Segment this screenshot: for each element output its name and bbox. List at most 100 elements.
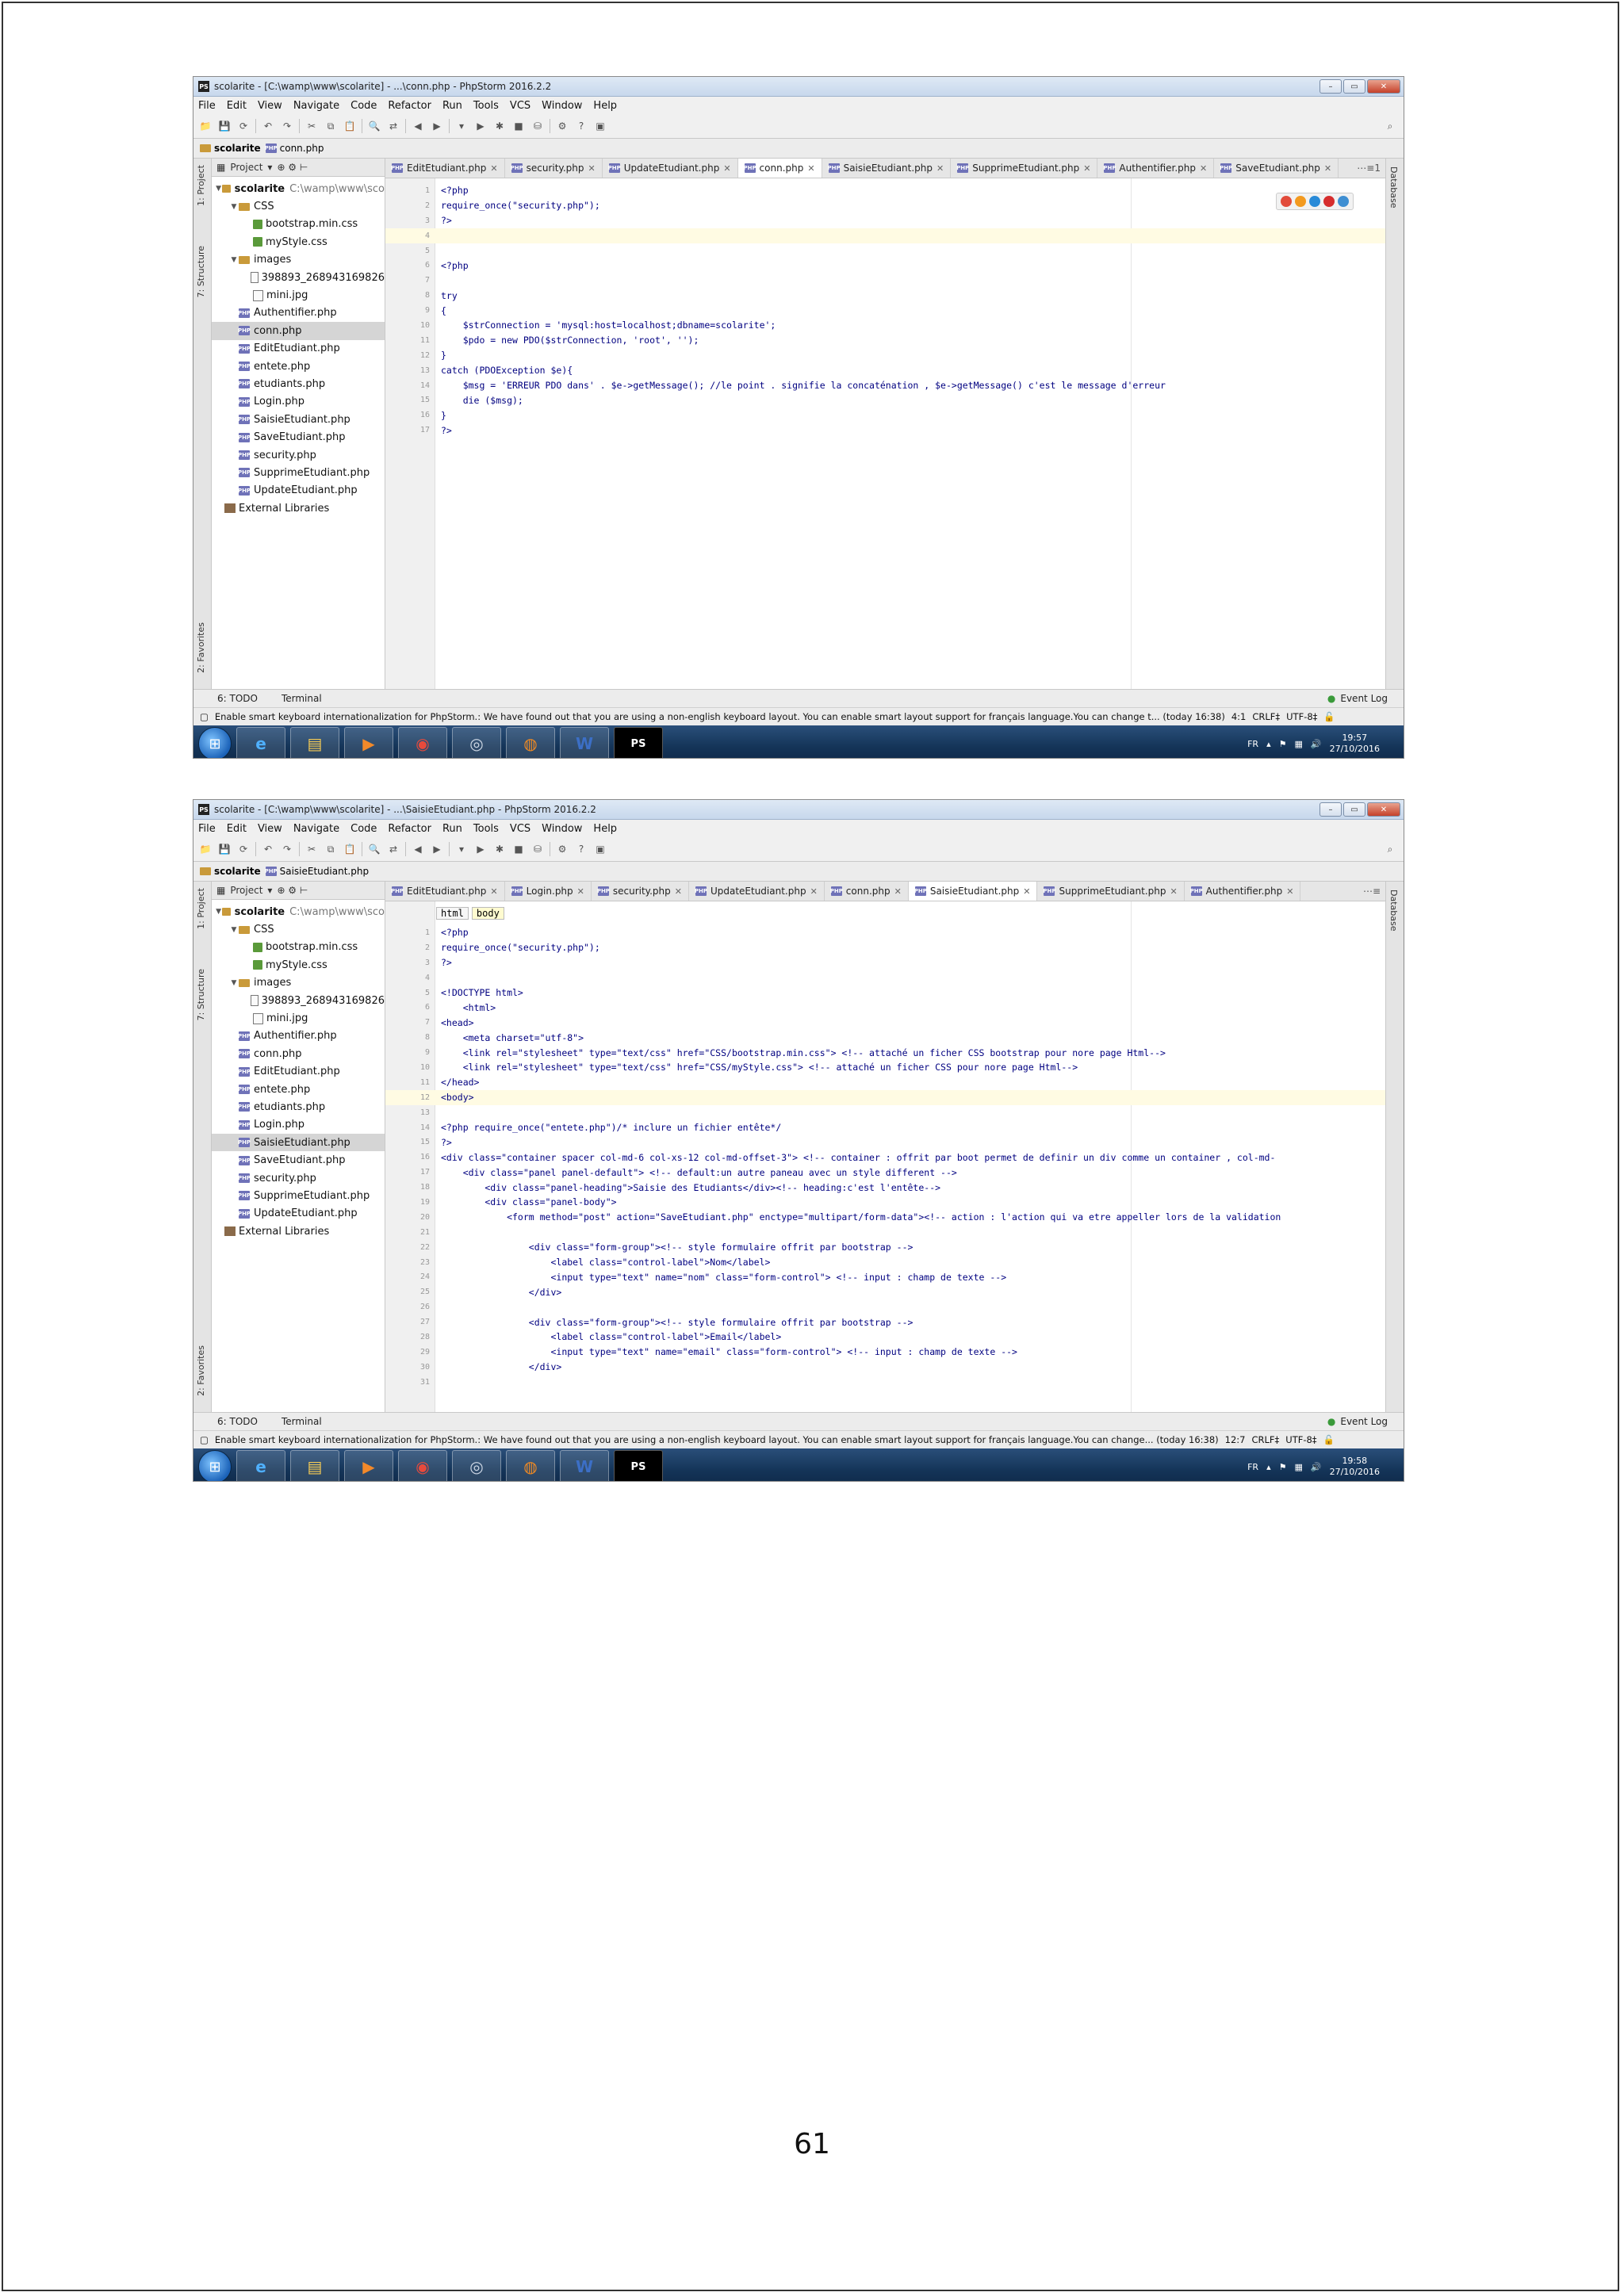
tree-item-php[interactable]: PHP entete.php bbox=[212, 358, 385, 375]
settings-icon[interactable]: ⚙ bbox=[555, 842, 569, 856]
close-tab-icon[interactable]: ✕ bbox=[1200, 163, 1207, 174]
undo-icon[interactable]: ↶ bbox=[261, 842, 275, 856]
code-line[interactable]: 2 require_once("security.php"); bbox=[385, 940, 1385, 955]
close-tab-icon[interactable]: ✕ bbox=[894, 886, 902, 897]
gear-icon[interactable]: ⊕ ⚙ ⊢ bbox=[277, 885, 308, 896]
code-line[interactable]: 9 <link rel="stylesheet" type="text/css"… bbox=[385, 1045, 1385, 1060]
close-tab-icon[interactable]: ✕ bbox=[723, 163, 730, 174]
close-tab-icon[interactable]: ✕ bbox=[1286, 886, 1293, 897]
tree-item-folder[interactable]: ▼ scolarite C:\wamp\www\sco bbox=[212, 903, 385, 920]
code-line[interactable]: 22 <div class="form-group"><!-- style fo… bbox=[385, 1240, 1385, 1255]
tree-item-php[interactable]: PHP SaisieEtudiant.php bbox=[212, 411, 385, 428]
taskbar-media-icon[interactable]: ▶ bbox=[344, 727, 393, 758]
tool-tab-todo[interactable]: 6: TODO bbox=[217, 693, 258, 704]
action-center-flag-icon[interactable]: ⚑ bbox=[1279, 1462, 1287, 1472]
lock-icon[interactable]: 🔓 bbox=[1323, 1434, 1335, 1445]
show-hidden-icons[interactable]: ▴ bbox=[1266, 739, 1271, 749]
menu-item-tools[interactable]: Tools bbox=[473, 100, 499, 112]
menu-item-tools[interactable]: Tools bbox=[473, 823, 499, 835]
gear-icon[interactable]: ⊕ ⚙ ⊢ bbox=[277, 162, 308, 173]
close-tab-icon[interactable]: ✕ bbox=[675, 886, 682, 897]
taskbar-app-icon[interactable]: ◎ bbox=[452, 727, 501, 758]
tree-item-css[interactable]: bootstrap.min.css bbox=[212, 939, 385, 956]
menu-item-navigate[interactable]: Navigate bbox=[293, 100, 339, 112]
tool-tab-favorites[interactable]: 2: Favorites bbox=[196, 622, 206, 673]
code-line[interactable]: 14 <?php require_once("entete.php")/* inc… bbox=[385, 1120, 1385, 1135]
taskbar-chrome-icon[interactable]: ◉ bbox=[398, 727, 447, 758]
search-everywhere-icon[interactable]: ⌕ bbox=[1383, 119, 1397, 133]
paste-icon[interactable]: 📋 bbox=[343, 119, 357, 133]
action-center-flag-icon[interactable]: ⚑ bbox=[1279, 739, 1287, 749]
run-config-icon[interactable]: ▾ bbox=[454, 842, 469, 856]
tool-tab-project[interactable]: 1: Project bbox=[196, 888, 206, 929]
taskbar-media-icon[interactable]: ▶ bbox=[344, 1450, 393, 1481]
tree-item-php[interactable]: PHP Login.php bbox=[212, 393, 385, 411]
menu-item-code[interactable]: Code bbox=[350, 100, 377, 112]
project-header-label[interactable]: Project bbox=[230, 885, 262, 896]
tab-overflow-icon[interactable]: ⋯≡ bbox=[1358, 882, 1385, 901]
menu-item-help[interactable]: Help bbox=[593, 100, 617, 112]
tree-item-folder[interactable]: ▼ images bbox=[212, 251, 385, 269]
close-tab-icon[interactable]: ✕ bbox=[810, 886, 818, 897]
nav-crumb[interactable]: scolarite bbox=[200, 866, 261, 877]
tree-item-php[interactable]: PHP Authentifier.php bbox=[212, 304, 385, 322]
tool-tab-database[interactable]: Database bbox=[1388, 166, 1399, 209]
tree-item-php[interactable]: PHP EditEtudiant.php bbox=[212, 1063, 385, 1081]
close-tab-icon[interactable]: ✕ bbox=[490, 163, 497, 174]
code-line[interactable]: 21 bbox=[385, 1225, 1385, 1240]
status-item[interactable]: UTF-8‡ bbox=[1286, 711, 1317, 722]
tree-item-img[interactable]: mini.jpg bbox=[212, 1009, 385, 1027]
status-toggle-icon[interactable]: ▢ bbox=[200, 711, 209, 722]
taskbar-word-icon[interactable]: W bbox=[560, 727, 609, 758]
taskbar-firefox-icon[interactable]: ◍ bbox=[506, 1450, 555, 1481]
help-icon[interactable]: ? bbox=[574, 842, 588, 856]
code-line[interactable]: 12} bbox=[385, 348, 1385, 363]
debug-icon[interactable]: ✱ bbox=[492, 119, 507, 133]
cut-icon[interactable]: ✂ bbox=[304, 119, 319, 133]
copy-icon[interactable]: ⧉ bbox=[324, 119, 338, 133]
code-line[interactable]: 17 <div class="panel panel-default"> <!-… bbox=[385, 1165, 1385, 1180]
code-line[interactable]: 5 <!DOCTYPE html> bbox=[385, 985, 1385, 1001]
editor-tab[interactable]: PHP Authentifier.php ✕ bbox=[1185, 882, 1301, 901]
code-line[interactable]: 1 <?php bbox=[385, 183, 1385, 198]
save-icon[interactable]: 💾 bbox=[217, 119, 232, 133]
open-folder-icon[interactable]: 📁 bbox=[198, 119, 213, 133]
search-everywhere-icon[interactable]: ⌕ bbox=[1383, 842, 1397, 856]
code-line[interactable]: 18 <div class="panel-heading">Saisie des… bbox=[385, 1180, 1385, 1195]
nav-crumb[interactable]: scolarite bbox=[200, 143, 261, 154]
nav-crumb[interactable]: PHP SaisieEtudiant.php bbox=[265, 866, 370, 877]
tree-item-php[interactable]: PHP UpdateEtudiant.php bbox=[212, 1205, 385, 1223]
tree-item-css[interactable]: myStyle.css bbox=[212, 956, 385, 974]
tree-item-php[interactable]: PHP SupprimeEtudiant.php bbox=[212, 464, 385, 481]
project-header-label[interactable]: Project bbox=[230, 162, 262, 173]
tree-item-folder[interactable]: ▼ CSS bbox=[212, 197, 385, 215]
menu-item-window[interactable]: Window bbox=[542, 100, 582, 112]
menu-item-refactor[interactable]: Refactor bbox=[388, 823, 431, 835]
code-line[interactable]: 11 </head> bbox=[385, 1075, 1385, 1090]
ie-icon[interactable] bbox=[1338, 196, 1349, 207]
volume-icon[interactable]: 🔊 bbox=[1311, 739, 1322, 749]
taskbar-word-icon[interactable]: W bbox=[560, 1450, 609, 1481]
tree-item-php[interactable]: PHP Login.php bbox=[212, 1116, 385, 1134]
chrome-icon[interactable] bbox=[1281, 196, 1292, 207]
tree-item-folder[interactable]: ▼ CSS bbox=[212, 920, 385, 938]
tree-item-img[interactable]: 398893_268943169826 bbox=[212, 269, 385, 286]
menu-item-window[interactable]: Window bbox=[542, 823, 582, 835]
editor-tab[interactable]: PHP Login.php ✕ bbox=[505, 882, 592, 901]
editor-tab[interactable]: PHP SupprimeEtudiant.php ✕ bbox=[1037, 882, 1185, 901]
undo-icon[interactable]: ↶ bbox=[261, 119, 275, 133]
code-line[interactable]: 15 ?> bbox=[385, 1135, 1385, 1150]
menu-item-help[interactable]: Help bbox=[593, 823, 617, 835]
close-tab-icon[interactable]: ✕ bbox=[1023, 886, 1030, 897]
firefox-icon[interactable] bbox=[1295, 196, 1306, 207]
tree-item-img[interactable]: mini.jpg bbox=[212, 286, 385, 304]
menu-item-refactor[interactable]: Refactor bbox=[388, 100, 431, 112]
editor-tab[interactable]: PHP SaisieEtudiant.php ✕ bbox=[822, 159, 952, 178]
editor-tab[interactable]: PHP SupprimeEtudiant.php ✕ bbox=[951, 159, 1098, 178]
sync-icon[interactable]: ⟳ bbox=[236, 842, 251, 856]
code-line[interactable]: 16 <div class="container spacer col-md-6 … bbox=[385, 1150, 1385, 1165]
taskbar-phpstorm-icon[interactable]: PS bbox=[614, 1450, 663, 1481]
tool-tab-structure[interactable]: 7: Structure bbox=[196, 969, 206, 1020]
status-item[interactable]: CRLF‡ bbox=[1251, 1434, 1279, 1445]
editor-tab[interactable]: PHP EditEtudiant.php ✕ bbox=[385, 882, 505, 901]
